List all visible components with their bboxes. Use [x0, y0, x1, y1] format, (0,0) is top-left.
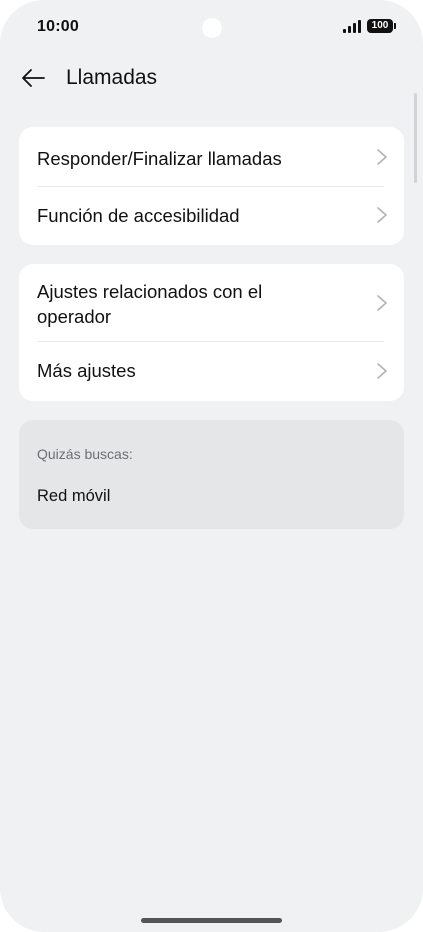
- status-bar: 10:00 100: [0, 0, 423, 56]
- chevron-right-icon: [377, 295, 387, 311]
- scrollbar[interactable]: [414, 93, 417, 183]
- settings-group-operator: Ajustes relacionados con el operador Más…: [19, 264, 404, 401]
- item-label: Más ajustes: [37, 360, 136, 381]
- suggestions-card: Quizás buscas: Red móvil: [19, 420, 404, 529]
- chevron-right-icon: [377, 149, 387, 165]
- settings-group-calls: Responder/Finalizar llamadas Función de …: [19, 127, 404, 245]
- camera-cutout: [202, 18, 222, 38]
- page-title: Llamadas: [66, 66, 158, 89]
- arrow-left-icon: [22, 69, 45, 87]
- signal-icon: [343, 19, 361, 33]
- funcion-accesibilidad-item[interactable]: Función de accesibilidad: [19, 187, 404, 243]
- status-time: 10:00: [37, 18, 79, 35]
- item-label: Función de accesibilidad: [37, 204, 240, 226]
- suggestions-title: Quizás buscas:: [37, 446, 133, 462]
- app-header: Llamadas: [0, 58, 423, 98]
- responder-finalizar-llamadas-item[interactable]: Responder/Finalizar llamadas: [19, 127, 404, 187]
- status-icons: 100: [343, 19, 396, 33]
- chevron-right-icon: [377, 207, 387, 223]
- suggestion-red-movil[interactable]: Red móvil: [37, 487, 110, 506]
- home-indicator[interactable]: [141, 918, 282, 923]
- phone-screen: 10:00 100 Llamadas Responder/Finalizar l…: [0, 0, 423, 932]
- battery-icon: 100: [367, 19, 396, 33]
- chevron-right-icon: [377, 362, 387, 379]
- item-label: Responder/Finalizar llamadas: [37, 147, 282, 169]
- mas-ajustes-item[interactable]: Más ajustes: [19, 342, 404, 399]
- back-button[interactable]: [18, 64, 48, 92]
- ajustes-operador-item[interactable]: Ajustes relacionados con el operador: [19, 264, 404, 342]
- item-label: Ajustes relacionados con el operador: [37, 281, 263, 327]
